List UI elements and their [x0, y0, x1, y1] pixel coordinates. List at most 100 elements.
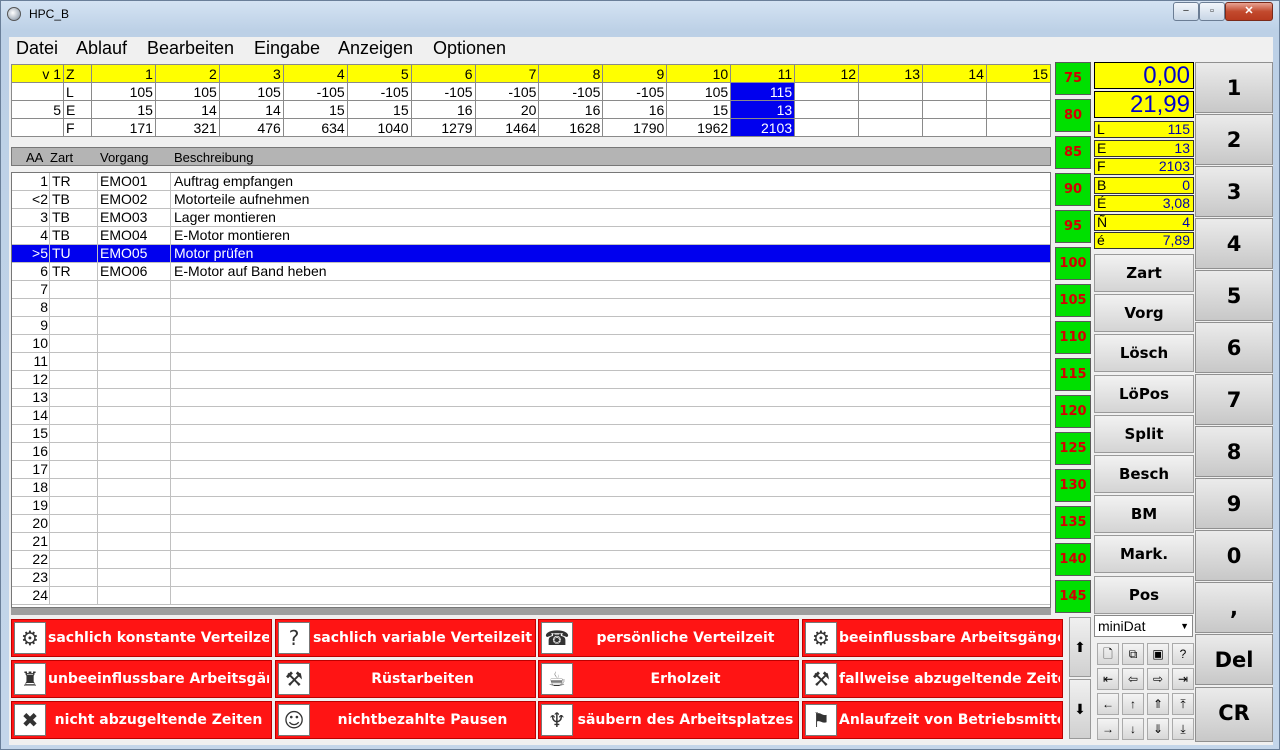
- key-2[interactable]: 3: [1195, 166, 1273, 217]
- maximize-button[interactable]: ▫: [1199, 2, 1225, 21]
- stats-cell[interactable]: 1: [91, 64, 156, 83]
- table-row[interactable]: <2 TB EMO02 Motorteile aufnehmen: [12, 191, 1050, 209]
- stats-cell[interactable]: 13: [858, 64, 923, 83]
- activity-button[interactable]: ⚒ fallweise abzugeltende Zeiten: [802, 660, 1063, 698]
- key-7[interactable]: 8: [1195, 426, 1273, 477]
- menu-ablauf[interactable]: Ablauf: [76, 38, 127, 59]
- data-select[interactable]: miniDat ▼: [1094, 615, 1193, 637]
- stats-cell[interactable]: 16: [602, 100, 668, 119]
- key-8[interactable]: 9: [1195, 478, 1273, 529]
- stats-cell[interactable]: -105: [474, 82, 540, 101]
- up-icon[interactable]: ↑: [1122, 693, 1144, 715]
- stats-cell[interactable]: 2103: [730, 118, 796, 137]
- func-button-5[interactable]: Besch: [1094, 455, 1194, 493]
- stats-cell[interactable]: v 1: [11, 64, 64, 83]
- top-icon[interactable]: ⤒: [1172, 693, 1194, 715]
- stats-cell[interactable]: 5: [346, 64, 412, 83]
- stats-cell[interactable]: 14: [154, 100, 220, 119]
- stats-cell[interactable]: 105: [218, 82, 284, 101]
- stats-cell[interactable]: 15: [91, 100, 156, 119]
- table-row[interactable]: 3 TB EMO03 Lager montieren: [12, 209, 1050, 227]
- func-button-1[interactable]: Vorg: [1094, 294, 1194, 333]
- stats-cell[interactable]: 1279: [410, 118, 476, 137]
- activity-button[interactable]: ☕ Erholzeit: [538, 660, 799, 698]
- key-12[interactable]: CR: [1195, 687, 1273, 742]
- stats-cell[interactable]: 634: [282, 118, 348, 137]
- stats-cell[interactable]: 105: [91, 82, 156, 101]
- func-button-0[interactable]: Zart: [1094, 254, 1194, 292]
- right-icon[interactable]: →: [1097, 718, 1119, 740]
- col-header-beschreibung[interactable]: Beschreibung: [174, 150, 254, 165]
- stats-cell[interactable]: 15: [282, 100, 348, 119]
- stats-cell[interactable]: 476: [218, 118, 284, 137]
- activity-button[interactable]: ⚙ beeinflussbare Arbeitsgänge: [802, 619, 1063, 657]
- activity-button[interactable]: ⚒ Rüstarbeiten: [275, 660, 536, 698]
- key-5[interactable]: 6: [1195, 322, 1273, 373]
- stats-cell[interactable]: 105: [154, 82, 220, 101]
- stats-cell[interactable]: 14: [218, 100, 284, 119]
- stats-cell[interactable]: [858, 118, 923, 137]
- left-icon[interactable]: ←: [1097, 693, 1119, 715]
- copy-icon[interactable]: ⧉: [1122, 643, 1144, 665]
- next-icon[interactable]: ⇨: [1147, 668, 1169, 690]
- stats-cell[interactable]: 15: [666, 100, 732, 119]
- table-row[interactable]: 20: [12, 515, 1050, 533]
- stats-cell[interactable]: [858, 100, 923, 119]
- scroll-down-button[interactable]: ⬇: [1069, 679, 1091, 739]
- key-11[interactable]: Del: [1195, 634, 1273, 685]
- stats-cell[interactable]: 20: [474, 100, 540, 119]
- stats-cell[interactable]: 16: [410, 100, 476, 119]
- scale-105[interactable]: 105: [1055, 284, 1091, 317]
- stats-cell[interactable]: L: [63, 82, 92, 101]
- table-row[interactable]: 13: [12, 389, 1050, 407]
- stats-cell[interactable]: [921, 118, 987, 137]
- func-button-3[interactable]: LöPos: [1094, 374, 1194, 413]
- stats-cell[interactable]: 6: [410, 64, 476, 83]
- table-row[interactable]: 23: [12, 569, 1050, 587]
- stats-cell[interactable]: 14: [921, 64, 987, 83]
- stats-cell[interactable]: -105: [346, 82, 412, 101]
- col-header-vorgang[interactable]: Vorgang: [100, 150, 148, 165]
- key-9[interactable]: 0: [1195, 530, 1273, 581]
- stats-cell[interactable]: [858, 82, 923, 101]
- key-6[interactable]: 7: [1195, 374, 1273, 425]
- menu-optionen[interactable]: Optionen: [433, 38, 506, 59]
- stats-cell[interactable]: 1464: [474, 118, 540, 137]
- stats-cell[interactable]: -105: [602, 82, 668, 101]
- stats-cell[interactable]: 8: [538, 64, 604, 83]
- stats-cell[interactable]: 171: [91, 118, 156, 137]
- new-file-icon[interactable]: 🗋: [1097, 643, 1119, 665]
- table-row[interactable]: 21: [12, 533, 1050, 551]
- key-4[interactable]: 5: [1195, 270, 1273, 321]
- table-row[interactable]: 17: [12, 461, 1050, 479]
- stats-cell[interactable]: 1790: [602, 118, 668, 137]
- activity-button[interactable]: ✖ nicht abzugeltende Zeiten: [11, 701, 272, 739]
- minimize-button[interactable]: −: [1173, 2, 1199, 21]
- scale-130[interactable]: 130: [1055, 469, 1091, 502]
- stats-cell[interactable]: 13: [730, 100, 796, 119]
- table-row[interactable]: 12: [12, 371, 1050, 389]
- table-row[interactable]: 19: [12, 497, 1050, 515]
- activity-button[interactable]: ? sachlich variable Verteilzeit: [275, 619, 536, 657]
- stats-cell[interactable]: [921, 82, 987, 101]
- activity-button[interactable]: ☺ nichtbezahlte Pausen: [275, 701, 536, 739]
- scale-145[interactable]: 145: [1055, 580, 1091, 613]
- scale-135[interactable]: 135: [1055, 506, 1091, 539]
- table-row[interactable]: 16: [12, 443, 1050, 461]
- menu-anzeigen[interactable]: Anzeigen: [338, 38, 413, 59]
- first-icon[interactable]: ⇤: [1097, 668, 1119, 690]
- key-0[interactable]: 1: [1195, 62, 1273, 113]
- stats-cell[interactable]: 4: [282, 64, 348, 83]
- stats-cell[interactable]: [985, 118, 1052, 137]
- stats-cell[interactable]: [985, 82, 1052, 101]
- save-icon[interactable]: ▣: [1147, 643, 1169, 665]
- scroll-up-button[interactable]: ⬆: [1069, 617, 1091, 677]
- activity-button[interactable]: ♜unbeeinflussbare Arbeitsgänge: [11, 660, 272, 698]
- stats-cell[interactable]: -105: [538, 82, 604, 101]
- stats-cell[interactable]: 1962: [666, 118, 732, 137]
- stats-cell[interactable]: 10: [666, 64, 732, 83]
- key-1[interactable]: 2: [1195, 114, 1273, 165]
- scale-95[interactable]: 95: [1055, 210, 1091, 243]
- menu-datei[interactable]: Datei: [16, 38, 58, 59]
- stats-cell[interactable]: 11: [730, 64, 796, 83]
